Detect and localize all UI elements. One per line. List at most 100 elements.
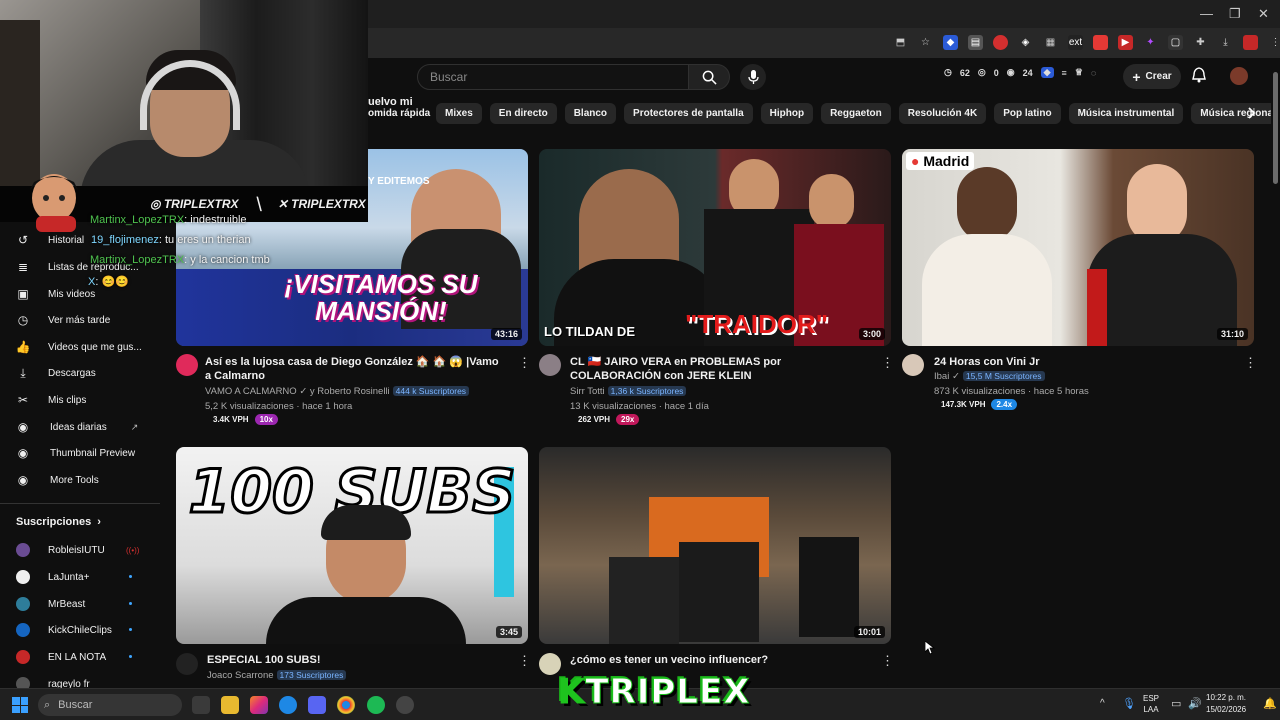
extension-icon[interactable]: ◆ [1040, 67, 1054, 78]
channel-avatar[interactable] [902, 354, 924, 376]
video-title[interactable]: CL 🇨🇱 JAIRO VERA en PROBLEMAS por COLABO… [570, 355, 870, 383]
restore-icon[interactable]: ❐ [1229, 6, 1241, 22]
search-button[interactable] [688, 64, 730, 90]
sidebar-item-clips[interactable]: ✂ Mis clips [16, 393, 86, 407]
extension-icon[interactable]: ▦ [1043, 35, 1058, 50]
video-thumbnail[interactable]: 10:01 [539, 447, 891, 644]
discord-icon[interactable] [308, 696, 326, 714]
chips-next-button[interactable] [1242, 104, 1260, 122]
more-options-icon[interactable]: ⋮ [881, 653, 894, 669]
sidebar-sub[interactable]: KickChileClips [16, 623, 112, 637]
chip[interactable]: Protectores de pantalla [624, 103, 753, 124]
chip[interactable]: Pop latino [994, 103, 1061, 124]
more-options-icon[interactable]: ⋮ [881, 355, 894, 371]
video-title[interactable]: ESPECIAL 100 SUBS! [207, 653, 507, 667]
menu-icon[interactable]: ⋮ [1268, 35, 1280, 50]
extension-icon[interactable]: ◆ [943, 35, 958, 50]
tray-chevron-icon[interactable]: ^ [1100, 698, 1105, 709]
microphone-icon[interactable]: 🎙 [1122, 697, 1136, 710]
chip-partial[interactable]: uelvo mi omida rápida [368, 96, 430, 120]
chip[interactable]: Resolución 4K [898, 103, 987, 124]
download-icon[interactable]: ⤓ [1218, 35, 1233, 50]
obs-icon[interactable] [396, 696, 414, 714]
extension-icon[interactable]: ext [1068, 35, 1083, 50]
channel-avatar[interactable] [176, 354, 198, 376]
sidebar-sub[interactable]: RobleisIUTU [16, 543, 105, 557]
extensions-puzzle-icon[interactable]: ✚ [1193, 35, 1208, 50]
video-channel[interactable]: Sirr Totti 1,36 k Suscriptores [570, 386, 687, 397]
spotify-icon[interactable] [367, 696, 385, 714]
trophy-icon[interactable]: ♕ [1075, 67, 1083, 78]
language-indicator[interactable]: ESP LAA [1143, 693, 1159, 715]
chip[interactable]: Mixes [436, 103, 482, 124]
bookmark-star-icon[interactable]: ☆ [918, 35, 933, 50]
taskbar-search[interactable]: ⌕ Buscar [38, 694, 182, 716]
chip[interactable]: Música regional mexicana [1191, 103, 1280, 124]
sidebar-sub[interactable]: LaJunta+ [16, 570, 89, 584]
extension-icon[interactable]: ✦ [1143, 35, 1158, 50]
more-options-icon[interactable]: ⋮ [1244, 355, 1257, 371]
sidebar-item-ideas[interactable]: ◉ Ideas diarias ↗ [16, 420, 139, 434]
video-thumbnail[interactable]: LO TILDAN DE "TRAIDOR" 3:00 [539, 149, 891, 346]
instagram-icon[interactable] [250, 696, 268, 714]
sidebar-item-liked[interactable]: 👍 Videos que me gus... [16, 340, 142, 354]
search-input[interactable] [418, 65, 688, 89]
more-options-icon[interactable]: ⋮ [518, 653, 531, 669]
chrome-icon[interactable] [337, 696, 355, 714]
account-avatar[interactable] [1230, 67, 1248, 85]
sidebar-sub[interactable]: EN LA NOTA [16, 650, 106, 664]
video-thumbnail[interactable]: ● Madrid 31:10 [902, 149, 1254, 346]
sidebar-item-thumbnail-preview[interactable]: ◉ Thumbnail Preview [16, 446, 135, 460]
video-channel[interactable]: VAMO A CALMARNO ✓ y Roberto Rosinelli 444… [205, 386, 470, 397]
chip[interactable]: En directo [489, 103, 557, 124]
network-icon[interactable]: ▭ [1171, 697, 1181, 710]
install-icon[interactable]: ⬒ [893, 35, 908, 50]
extension-stats[interactable]: ◷ 62 ◎ 0 ◉ 24 ◆ ≡ ♕ ◌ [944, 67, 1096, 78]
sidebar-sub[interactable]: MrBeast [16, 597, 85, 611]
channel-name[interactable]: Joaco Scarrone [207, 670, 274, 681]
extension-icon[interactable]: ▤ [968, 35, 983, 50]
more-options-icon[interactable]: ⋮ [518, 355, 531, 371]
extension-icon[interactable]: ▢ [1168, 35, 1183, 50]
video-title[interactable]: Así es la lujosa casa de Diego González … [205, 355, 505, 383]
minimize-icon[interactable]: — [1200, 6, 1213, 21]
video-title[interactable]: ¿cómo es tener un vecino influencer? [570, 653, 870, 667]
task-view-icon[interactable] [192, 696, 210, 714]
windows-start-icon[interactable] [12, 697, 28, 713]
video-channel[interactable]: Joaco Scarrone 173 Suscriptores [207, 670, 347, 681]
chat-icon[interactable]: ◌ [1091, 68, 1096, 78]
channel-name[interactable]: VAMO A CALMARNO ✓ y Roberto Rosinelli [205, 386, 390, 397]
taskbar-clock[interactable]: 10:22 p. m. 15/02/2026 [1206, 692, 1246, 716]
extension-icon[interactable]: ◈ [1018, 35, 1033, 50]
video-title[interactable]: 24 Horas con Vini Jr [934, 355, 1234, 369]
edge-icon[interactable] [279, 696, 297, 714]
sidebar-item-my-videos[interactable]: ▣ Mis videos [16, 287, 95, 301]
sidebar-item-more-tools[interactable]: ◉ More Tools [16, 473, 99, 487]
file-explorer-icon[interactable] [221, 696, 239, 714]
sidebar-item-historial[interactable]: ↺ Historial [16, 233, 84, 247]
video-thumbnail[interactable]: 100 SUBS 3:45 [176, 447, 528, 644]
voice-search-button[interactable] [740, 64, 766, 90]
chip[interactable]: Blanco [564, 103, 617, 124]
chip[interactable]: Reggaeton [821, 103, 891, 124]
sidebar-item-watch-later[interactable]: ◷ Ver más tarde [16, 313, 111, 327]
volume-icon[interactable]: 🔊 [1188, 697, 1202, 710]
notifications-icon[interactable]: 🔔 [1263, 697, 1277, 710]
extension-icon[interactable] [1093, 35, 1108, 50]
extension-icon[interactable]: ▶ [1118, 35, 1133, 50]
channel-name[interactable]: Sirr Totti [570, 386, 605, 397]
video-channel[interactable]: Ibai ✓ 15,5 M Suscriptores [934, 371, 1045, 382]
notifications-button[interactable] [1192, 67, 1206, 88]
chip[interactable]: Música instrumental [1068, 103, 1184, 124]
sidebar-item-downloads[interactable]: ⤓ Descargas [16, 366, 95, 380]
subscriptions-heading[interactable]: Suscripciones › [16, 516, 101, 528]
scrollbar-thumb[interactable] [1273, 72, 1278, 184]
channel-name[interactable]: Ibai ✓ [934, 371, 960, 382]
channel-avatar[interactable] [176, 653, 198, 675]
extension-icon[interactable] [1243, 35, 1258, 50]
extension-icon[interactable] [993, 35, 1008, 50]
chip[interactable]: Hiphop [760, 103, 814, 124]
channel-avatar[interactable] [539, 354, 561, 376]
close-icon[interactable]: ✕ [1258, 6, 1269, 22]
create-button[interactable]: + Crear [1123, 64, 1181, 89]
